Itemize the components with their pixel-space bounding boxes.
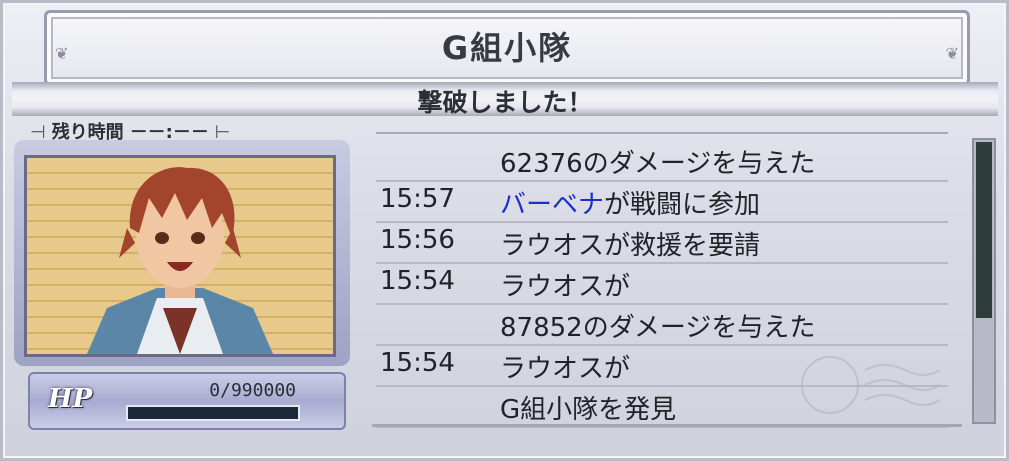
status-message: 撃破しました！ <box>417 88 593 117</box>
log-time: 15:54 <box>380 348 455 378</box>
page-title: G組小隊 <box>441 29 573 67</box>
hp-value: 0/990000 <box>209 380 296 401</box>
log-time: 15:56 <box>380 225 455 255</box>
log-bottom-divider <box>372 424 962 427</box>
hp-bar-track <box>126 405 300 421</box>
log-row: 15:57 バーベナが戦闘に参加 <box>376 181 948 223</box>
hp-label: HP <box>48 384 93 414</box>
log-message-text: が戦闘に参加 <box>604 190 761 220</box>
log-row: 87852のダメージを与えた <box>376 304 948 346</box>
log-message: ラウオスが救援を要請 <box>500 231 761 261</box>
title-banner: ❦ G組小隊 ❦ <box>44 10 970 86</box>
log-player-name[interactable]: バーベナ <box>500 190 604 220</box>
log-message: G組小隊を発見 <box>500 395 677 425</box>
log-message: 62376のダメージを与えた <box>500 149 816 179</box>
hp-panel: HP 0/990000 <box>28 372 346 430</box>
character-portrait <box>24 155 336 357</box>
log-time: 15:57 <box>380 184 455 214</box>
log-top-divider <box>376 132 948 134</box>
log-message: ラウオスが <box>500 272 631 302</box>
ornament-right-icon: ❦ <box>945 44 959 63</box>
log-message: 87852のダメージを与えた <box>500 313 816 343</box>
log-time: 15:54 <box>380 266 455 296</box>
status-bar: 撃破しました！ <box>12 82 998 117</box>
log-row: 62376のダメージを与えた <box>376 140 948 182</box>
postmark-decoration-icon <box>790 350 941 420</box>
log-row: 15:54 ラウオスが <box>376 263 948 305</box>
character-avatar-icon <box>87 167 273 354</box>
log-scrollbar[interactable] <box>972 138 996 424</box>
log-scrollbar-thumb[interactable] <box>976 142 992 318</box>
log-message: バーベナが戦闘に参加 <box>500 184 760 221</box>
log-message: ラウオスが <box>500 354 631 384</box>
log-row: 15:56 ラウオスが救援を要請 <box>376 222 948 264</box>
